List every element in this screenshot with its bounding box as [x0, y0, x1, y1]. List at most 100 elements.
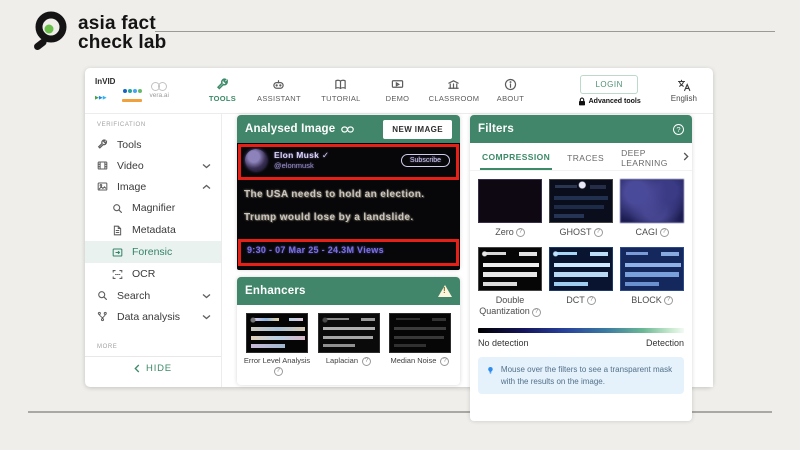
- verification-plugin-window: InVID ▶▶▶ vera.ai TOOLS: [85, 68, 713, 387]
- nav-tutorial-label: TUTORIAL: [321, 94, 360, 103]
- assistant-icon: [272, 78, 285, 91]
- block-thumbnail[interactable]: [620, 247, 684, 291]
- dct-thumbnail[interactable]: [549, 247, 613, 291]
- sidebar-item-label: Magnifier: [132, 202, 175, 214]
- filters-tip-text: Mouse over the filters to see a transpar…: [501, 364, 675, 387]
- login-button[interactable]: LOGIN: [580, 75, 637, 94]
- magnifier-logo-icon: [27, 9, 69, 57]
- book-icon: [334, 78, 347, 91]
- ghost-thumbnail[interactable]: [549, 179, 613, 223]
- nav-about[interactable]: ABOUT: [487, 78, 534, 103]
- filter-block[interactable]: BLOCK?: [619, 247, 685, 318]
- help-icon[interactable]: ?: [532, 308, 541, 317]
- help-icon[interactable]: ?: [664, 296, 673, 305]
- sidebar-item-image[interactable]: Image: [85, 176, 221, 197]
- ela-thumbnail[interactable]: [246, 313, 308, 353]
- sidebar-item-metadata[interactable]: Metadata: [85, 219, 221, 241]
- weverify-logo: [122, 80, 142, 102]
- sidebar-item-data-analysis[interactable]: Data analysis: [85, 306, 221, 327]
- help-icon[interactable]: ?: [516, 228, 525, 237]
- filter-zero[interactable]: Zero?: [477, 179, 543, 239]
- tweet-body-line2: Trump would lose by a landslide.: [244, 212, 414, 223]
- tab-traces[interactable]: TRACES: [565, 145, 606, 169]
- help-icon[interactable]: ?: [274, 367, 283, 376]
- sidebar-item-label: Tools: [117, 139, 142, 151]
- magnifier-icon: [112, 203, 123, 214]
- enhancer-error-level-analysis[interactable]: Error Level Analysis ?: [243, 313, 311, 376]
- nav-demo-label: DEMO: [386, 94, 410, 103]
- nav-assistant[interactable]: ASSISTANT: [250, 78, 308, 103]
- enhancers-panel: Enhancers Error Level Analysis ? Laplaci…: [237, 277, 460, 385]
- tweet-screenshot: Elon Musk ✓ @elonmusk Subscribe The USA …: [237, 143, 460, 270]
- forensic-icon: [112, 247, 123, 258]
- help-icon[interactable]: ?: [362, 357, 371, 366]
- enhancer-label: Laplacian ?: [326, 356, 371, 366]
- wrench-icon: [97, 139, 108, 150]
- nav-tools[interactable]: TOOLS: [199, 78, 246, 103]
- invid-logo-arrows-icon: ▶▶▶: [95, 86, 107, 104]
- sidebar-item-ocr[interactable]: OCR: [85, 263, 221, 285]
- filters-row-1: Zero? GHOST? CAGI?: [470, 171, 692, 239]
- enhancer-label: Median Noise ?: [391, 356, 450, 366]
- help-icon[interactable]: ?: [673, 124, 684, 135]
- tab-deep-learning[interactable]: DEEP LEARNING: [619, 140, 670, 174]
- lock-icon: [578, 97, 586, 106]
- analysed-image-title: Analysed Image: [245, 123, 335, 135]
- language-switcher[interactable]: English: [671, 79, 697, 103]
- help-icon[interactable]: ?: [660, 228, 669, 237]
- filter-cagi[interactable]: CAGI?: [619, 179, 685, 239]
- detection-label: Detection: [646, 338, 684, 348]
- filters-tip: Mouse over the filters to see a transpar…: [478, 357, 684, 394]
- sidebar-item-label: OCR: [132, 268, 155, 280]
- filter-dct[interactable]: DCT?: [548, 247, 614, 318]
- analysed-image[interactable]: Elon Musk ✓ @elonmusk Subscribe The USA …: [237, 143, 460, 270]
- sidebar-item-tools[interactable]: Tools: [85, 134, 221, 155]
- enhancer-median-noise[interactable]: Median Noise ?: [386, 313, 454, 376]
- sidebar-item-label: Video: [117, 160, 144, 172]
- sidebar-item-video[interactable]: Video: [85, 155, 221, 176]
- invid-logo-text: InVID: [95, 77, 115, 86]
- sidebar-hide-button[interactable]: HIDE: [85, 363, 221, 374]
- sidebar-item-label: Metadata: [132, 224, 176, 236]
- tabs-scroll-right[interactable]: [683, 152, 689, 161]
- sidebar-item-magnifier[interactable]: Magnifier: [85, 197, 221, 219]
- enhancer-laplacian[interactable]: Laplacian ?: [315, 313, 383, 376]
- chevron-left-icon: [134, 364, 140, 373]
- help-icon[interactable]: ?: [587, 296, 596, 305]
- sidebar-item-label: Data analysis: [117, 311, 180, 323]
- sidebar-item-label: Forensic: [132, 246, 172, 258]
- help-icon[interactable]: ?: [594, 228, 603, 237]
- content-area: Analysed Image NEW IMAGE Elon Musk ✓ @el…: [222, 114, 713, 387]
- filter-ghost[interactable]: GHOST?: [548, 179, 614, 239]
- double-quantization-thumbnail[interactable]: [478, 247, 542, 291]
- help-icon[interactable]: ?: [440, 357, 449, 366]
- enhancers-title: Enhancers: [245, 285, 306, 297]
- site-title: asia fact check lab: [78, 14, 166, 53]
- filter-label: Double Quantization?: [477, 295, 543, 318]
- data-tree-icon: [97, 311, 108, 322]
- tweet-timestamp: 9:30 - 07 Mar 25 - 24.3M Views: [247, 245, 384, 255]
- image-icon: [97, 181, 108, 192]
- sidebar-divider: [85, 356, 221, 357]
- nav-classroom[interactable]: CLASSROOM: [425, 78, 483, 103]
- tab-compression[interactable]: COMPRESSION: [480, 144, 552, 170]
- invid-logo: InVID ▶▶▶: [95, 77, 115, 104]
- zero-thumbnail[interactable]: [478, 179, 542, 223]
- cagi-thumbnail[interactable]: [620, 179, 684, 223]
- sidebar-item-search[interactable]: Search: [85, 285, 221, 306]
- new-image-button[interactable]: NEW IMAGE: [383, 120, 452, 139]
- median-noise-thumbnail[interactable]: [389, 313, 451, 353]
- video-icon: [97, 160, 108, 171]
- nav-demo[interactable]: DEMO: [374, 78, 421, 103]
- filter-label: BLOCK?: [631, 295, 673, 307]
- filter-double-quantization[interactable]: Double Quantization?: [477, 247, 543, 318]
- sidebar-item-forensic[interactable]: Forensic: [85, 241, 221, 263]
- lightbulb-icon: [487, 364, 494, 377]
- link-icon[interactable]: [341, 125, 354, 134]
- filters-row-2: Double Quantization? DCT? BLOCK?: [470, 239, 692, 318]
- nav-tools-label: TOOLS: [209, 94, 236, 103]
- laplacian-thumbnail[interactable]: [318, 313, 380, 353]
- sidebar-hide-label: HIDE: [146, 363, 172, 374]
- filter-label: DCT?: [566, 295, 596, 307]
- nav-tutorial[interactable]: TUTORIAL: [312, 78, 370, 103]
